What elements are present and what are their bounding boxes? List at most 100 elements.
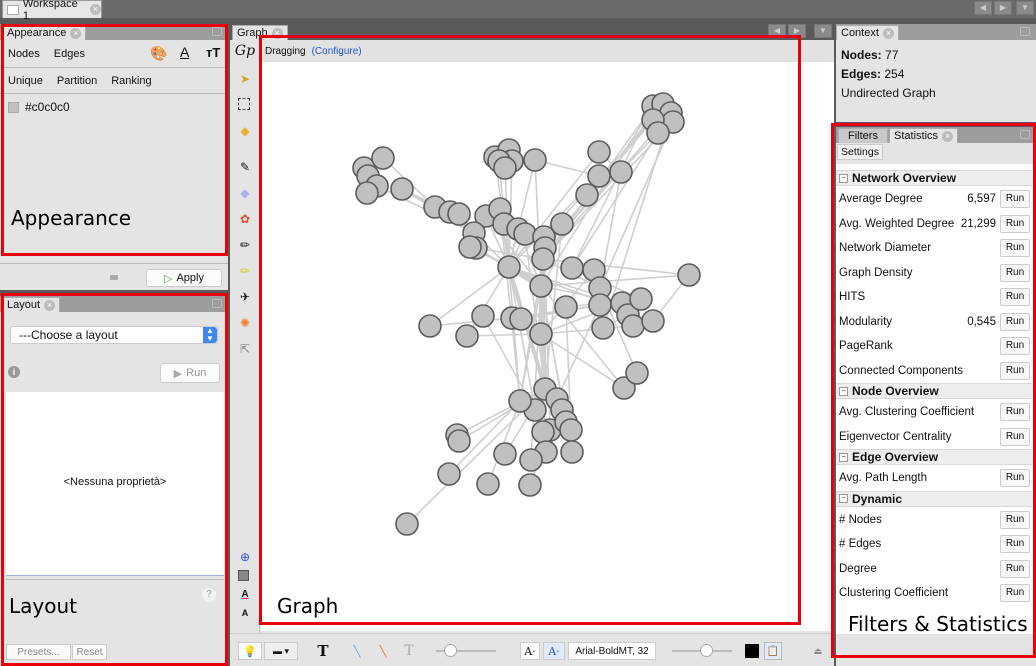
palette-icon[interactable]: 🎨 [150,45,167,62]
graph-node[interactable] [493,442,517,466]
scroll-left-button[interactable]: ◀ [974,1,992,15]
collapse-icon[interactable]: − [839,173,848,183]
rectangle-select-icon[interactable] [238,98,250,110]
graph-node[interactable] [677,263,701,287]
edge-size-slider[interactable] [434,642,498,660]
graph-node[interactable] [587,140,611,164]
settings-button[interactable]: Settings [837,144,883,160]
tab-statistics[interactable]: Statistics × [889,128,959,143]
graph-node[interactable] [531,247,555,271]
tabs-menu-button[interactable]: ▼ [1016,1,1034,15]
graph-node[interactable] [458,235,482,259]
tab-context[interactable]: Context × [836,25,899,40]
scroll-right-button[interactable]: ▶ [788,24,806,38]
graph-node[interactable] [588,293,612,317]
font-size-icon[interactable]: A [238,606,252,620]
close-icon[interactable]: × [70,27,82,39]
graph-node[interactable] [437,462,461,486]
font-color-icon[interactable]: A [238,588,252,602]
graph-node[interactable] [497,255,521,279]
close-icon[interactable]: × [90,4,101,15]
info-icon[interactable]: i [8,366,20,378]
run-button[interactable]: Run [1000,427,1030,446]
graph-node[interactable] [455,324,479,348]
tabs-menu-button[interactable]: ▼ [814,24,832,38]
collapse-icon[interactable]: − [839,494,848,503]
drag-handle-icon[interactable] [110,275,118,280]
minimize-icon[interactable] [1020,130,1030,139]
close-icon[interactable]: × [44,299,56,311]
pointer-tool-icon[interactable]: ➤ [238,72,252,86]
slider-thumb[interactable] [700,644,713,657]
lasso-select-icon[interactable]: ◆ [238,124,252,138]
graph-node[interactable] [509,307,533,331]
airplane-icon[interactable]: ✈ [238,290,252,304]
graph-node[interactable] [529,322,553,346]
background-color-icon[interactable] [238,570,249,581]
graph-node[interactable] [447,202,471,226]
minimize-icon[interactable] [212,299,222,308]
graph-node[interactable] [395,512,419,536]
pencil-icon[interactable]: ✏ [238,238,252,252]
run-button[interactable]: Run [1000,584,1030,602]
tab-appearance[interactable]: Appearance × [2,25,87,40]
tab-edges[interactable]: Edges [54,48,85,60]
configure-link[interactable]: (Configure) [312,46,362,57]
tab-partition[interactable]: Partition [57,75,97,87]
graph-node[interactable] [390,177,414,201]
graph-node[interactable] [554,295,578,319]
run-layout-button[interactable]: ▶ Run [160,363,220,383]
close-icon[interactable]: × [271,27,283,39]
graph-node[interactable] [591,316,615,340]
font-selector[interactable]: Arial-BoldMT, 32 [568,642,656,660]
help-icon[interactable]: ? [202,588,216,602]
run-button[interactable]: Run [1000,535,1030,553]
run-button[interactable]: Run [1000,312,1030,331]
show-labels-icon[interactable]: T [314,642,332,660]
close-icon[interactable]: × [942,130,954,142]
brush-icon[interactable]: ✎ [238,160,252,174]
graph-node[interactable] [531,420,555,444]
label-size-slider[interactable] [670,642,734,660]
workspace-tab[interactable]: Workspace 1 × [2,0,102,22]
section-header[interactable]: − Dynamic [836,490,1032,507]
section-header[interactable]: − Network Overview [836,170,1032,186]
run-button[interactable]: Run [1000,263,1030,282]
font-size-increase-icon[interactable]: A· [543,642,565,660]
attributes-icon[interactable]: 📋 [764,642,782,660]
diamond-icon[interactable]: ◆ [238,186,252,200]
close-icon[interactable]: × [882,27,894,39]
run-button[interactable]: Run [1000,239,1030,257]
edge-color-icon[interactable]: ╲ [374,642,392,660]
graph-node[interactable] [476,472,500,496]
tab-layout[interactable]: Layout × [2,297,61,312]
run-button[interactable]: Run [1000,469,1030,487]
graph-node[interactable] [418,314,442,338]
graph-visualization[interactable] [261,62,834,631]
graph-node[interactable] [646,121,670,145]
radial-icon[interactable]: ✺ [238,316,252,330]
tab-filters[interactable]: Filters [838,128,888,143]
graph-node[interactable] [529,274,553,298]
graph-node[interactable] [523,148,547,172]
graph-canvas-area[interactable]: Dragging (Configure) [261,40,834,631]
graph-node[interactable] [575,183,599,207]
scroll-left-button[interactable]: ◀ [768,24,786,38]
run-button[interactable]: Run [1000,403,1030,421]
font-size-decrease-icon[interactable]: A· [520,642,540,660]
color-swatch[interactable] [8,101,19,113]
tab-nodes[interactable]: Nodes [8,48,40,60]
collapse-toolbar-icon[interactable]: ⏏ [812,642,824,660]
color-picker-icon[interactable]: ✿ [238,212,252,226]
graph-node[interactable] [560,256,584,280]
apply-button[interactable]: ▷ Apply [146,269,222,287]
graph-node[interactable] [355,181,379,205]
graph-node[interactable] [609,160,633,184]
presets-button[interactable]: Presets... [6,644,71,660]
layout-select[interactable]: ---Choose a layout ▲ ▼ [10,326,218,344]
run-button[interactable]: Run [1000,190,1030,208]
graph-node[interactable] [560,440,584,464]
help-pointer-icon[interactable]: ⇱ [238,342,252,356]
label-size-icon[interactable]: тT [206,45,220,60]
screenshot-menu-icon[interactable]: ▬ ▾ [264,642,298,660]
